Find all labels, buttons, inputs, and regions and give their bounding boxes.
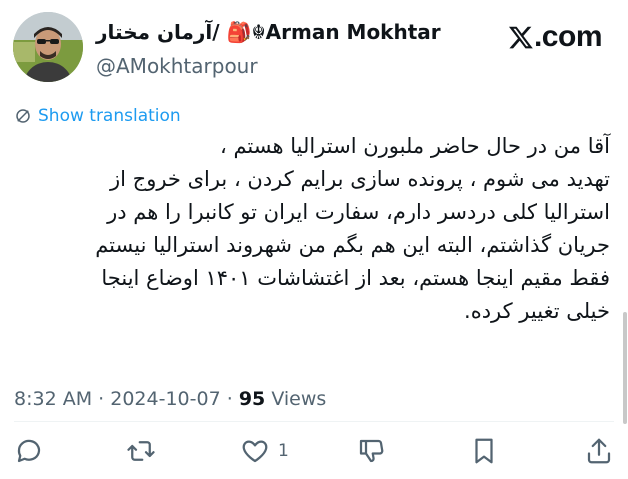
tweet-line: خیلی تغییر کرده. [464,299,610,323]
display-name-text: آرمان مختار/ 🎒☬Arman Mokhtar [96,20,441,44]
x-logo-icon [508,26,533,49]
show-translation-label: Show translation [38,106,181,126]
like-count: 1 [278,441,289,461]
tweet-line: تهدید می شوم ، پرونده سازی برایم کردن ، … [109,167,610,191]
repost-button[interactable] [126,436,156,466]
like-button[interactable]: 1 [240,436,289,466]
show-translation-link[interactable]: Show translation [14,106,181,126]
tweet-time[interactable]: 8:32 AM [14,388,92,410]
share-button[interactable] [584,436,614,466]
divider [14,421,614,422]
tweet-line: فقط مقیم اینجا هستم، بعد از اغتشاشات ۱۴۰… [101,266,610,290]
meta-separator: · [226,388,233,410]
dislike-button[interactable] [356,436,386,466]
tweet-line: آقا من در حال حاضر ملبورن استرالیا هستم … [219,134,610,158]
translate-icon [16,109,30,123]
author-display-name[interactable]: آرمان مختار/ 🎒☬Arman Mokhtar [96,20,441,44]
meta-separator: · [98,388,105,410]
reply-button[interactable] [14,436,44,466]
bookmark-button[interactable] [469,436,499,466]
scrollbar[interactable] [623,312,627,424]
thumbs-down-icon [359,439,384,463]
repost-icon [127,441,155,461]
author-handle[interactable]: @AMokhtarpour [96,54,258,78]
share-icon [587,438,611,464]
tweet-text: آقا من در حال حاضر ملبورن استرالیا هستم … [10,130,610,328]
views-count: 95 [238,388,266,410]
tweet-meta: 8:32 AM · 2024-10-07 · 95 Views [14,388,326,410]
tweet-date[interactable]: 2024-10-07 [110,388,220,410]
brand-suffix: .com [533,20,603,53]
reply-icon [17,439,41,463]
action-bar: 1 [0,432,628,472]
avatar[interactable] [13,12,83,82]
x-brand-logo: .com [508,20,603,54]
bookmark-icon [475,438,493,464]
views-label: Views [271,388,327,410]
heart-icon [242,440,268,463]
tweet-line: استرالیا کلی دردسر دارم، سفارت ایران تو … [107,200,610,224]
tweet-line: جریان گذاشتم، البته این هم بگم من شهروند… [95,233,610,257]
